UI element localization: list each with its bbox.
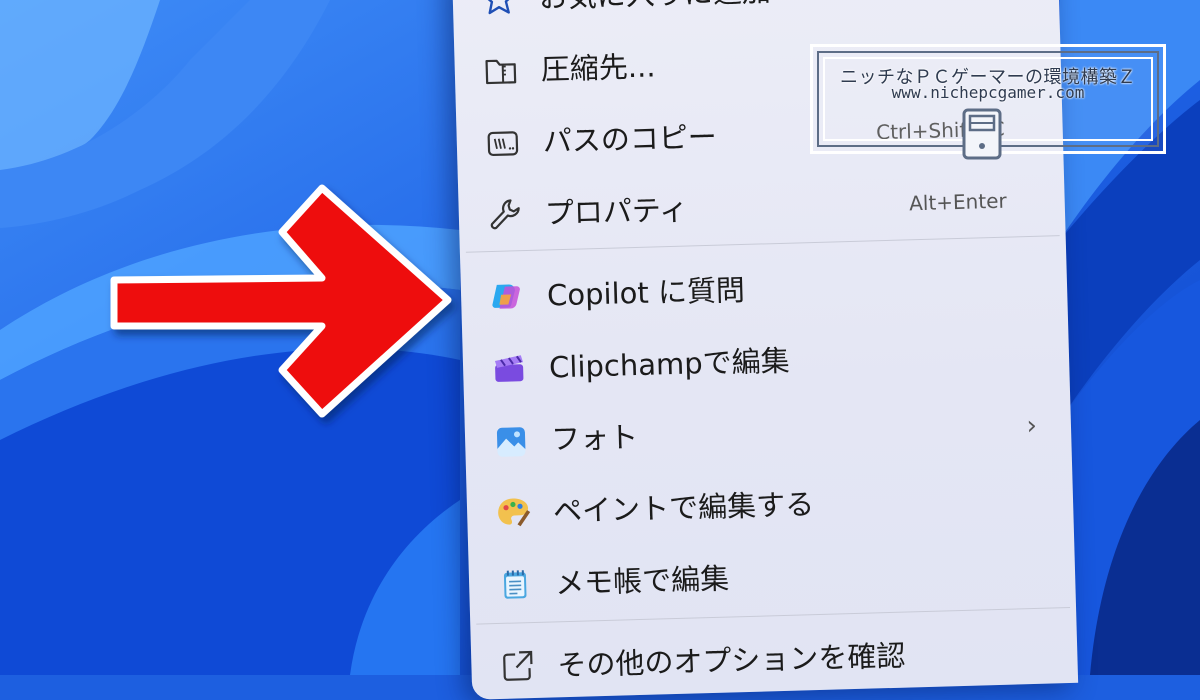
menu-item-clipchamp[interactable]: Clipchampで編集 [462, 323, 1069, 400]
star-icon [480, 0, 517, 17]
menu-item-label: お気に入りに追加 [538, 0, 771, 18]
paint-icon [495, 494, 532, 531]
copy-path-icon [484, 124, 521, 161]
open-external-icon [499, 648, 536, 685]
red-arrow-icon [110, 184, 452, 418]
clipchamp-icon [491, 350, 528, 387]
shortcut-text: Alt+Enter [908, 188, 1007, 216]
menu-item-label: その他のオプションを確認 [556, 638, 906, 683]
pc-tower-logo-icon [962, 108, 1002, 160]
notepad-icon [497, 566, 534, 603]
menu-item-label: フォト [550, 419, 639, 457]
menu-item-photos[interactable]: フォト › [464, 395, 1071, 472]
menu-item-ask-copilot[interactable]: Copilot に質問 [460, 251, 1067, 328]
menu-item-label: メモ帳で編集 [554, 561, 730, 601]
watermark-url: www.nichepcgamer.com [891, 83, 1085, 102]
menu-item-paint[interactable]: ペイントで編集する [466, 467, 1073, 544]
menu-item-more-options[interactable]: その他のオプションを確認 [471, 621, 1078, 698]
menu-item-notepad[interactable]: メモ帳で編集 [468, 539, 1075, 616]
menu-item-label: Copilot に質問 [546, 272, 746, 313]
menu-item-properties[interactable]: プロパティ Alt+Enter [458, 169, 1065, 246]
menu-item-label: ペイントで編集する [552, 487, 815, 529]
menu-item-label: 圧縮先... [540, 49, 656, 87]
zip-folder-icon [482, 52, 519, 89]
wrench-icon [486, 196, 523, 233]
menu-item-add-favorite[interactable]: お気に入りに追加 [452, 0, 1059, 30]
menu-item-label: パスのコピー [542, 119, 718, 159]
menu-item-label: Clipchampで編集 [548, 343, 791, 385]
copilot-icon [489, 278, 526, 315]
menu-item-label: プロパティ [544, 192, 689, 231]
chevron-right-icon: › [1026, 410, 1038, 442]
photos-icon [493, 422, 530, 459]
